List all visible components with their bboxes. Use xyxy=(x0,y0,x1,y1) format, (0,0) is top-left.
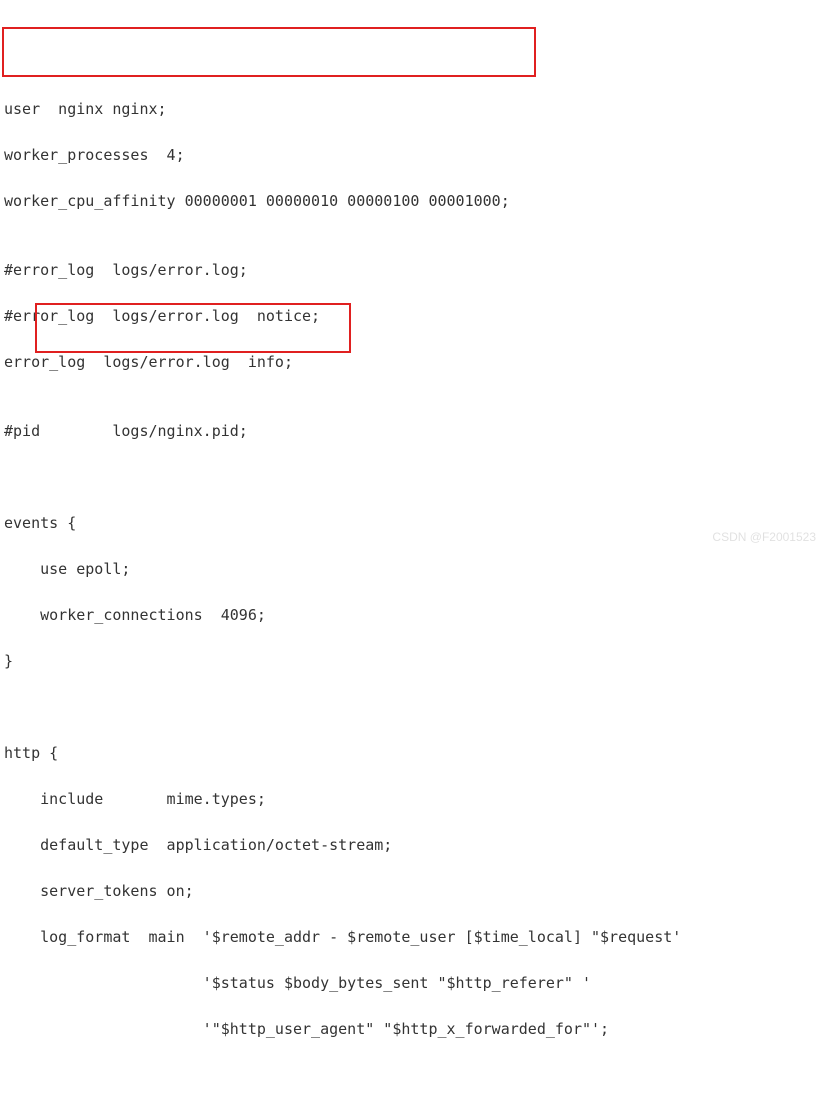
code-line: default_type application/octet-stream; xyxy=(4,834,820,857)
code-line: include mime.types; xyxy=(4,788,820,811)
code-line-events-open: events { xyxy=(4,512,820,535)
code-line-http-open: http { xyxy=(4,742,820,765)
code-line-worker-cpu-affinity: worker_cpu_affinity 00000001 00000010 00… xyxy=(4,190,820,213)
code-line-use-epoll: use epoll; xyxy=(4,558,820,581)
code-line-events-close: } xyxy=(4,650,820,673)
code-line: server_tokens on; xyxy=(4,880,820,903)
watermark-text: CSDN @F2001523 xyxy=(712,526,816,549)
code-line: user nginx nginx; xyxy=(4,98,820,121)
code-line-worker-processes: worker_processes 4; xyxy=(4,144,820,167)
code-line: log_format main '$remote_addr - $remote_… xyxy=(4,926,820,949)
highlight-box-worker xyxy=(2,27,536,77)
code-line: #error_log logs/error.log; xyxy=(4,259,820,282)
code-line: error_log logs/error.log info; xyxy=(4,351,820,374)
code-line: '"$http_user_agent" "$http_x_forwarded_f… xyxy=(4,1018,820,1041)
code-line-worker-connections: worker_connections 4096; xyxy=(4,604,820,627)
code-line: #pid logs/nginx.pid; xyxy=(4,420,820,443)
code-line: '$status $body_bytes_sent "$http_referer… xyxy=(4,972,820,995)
code-line: #error_log logs/error.log notice; xyxy=(4,305,820,328)
